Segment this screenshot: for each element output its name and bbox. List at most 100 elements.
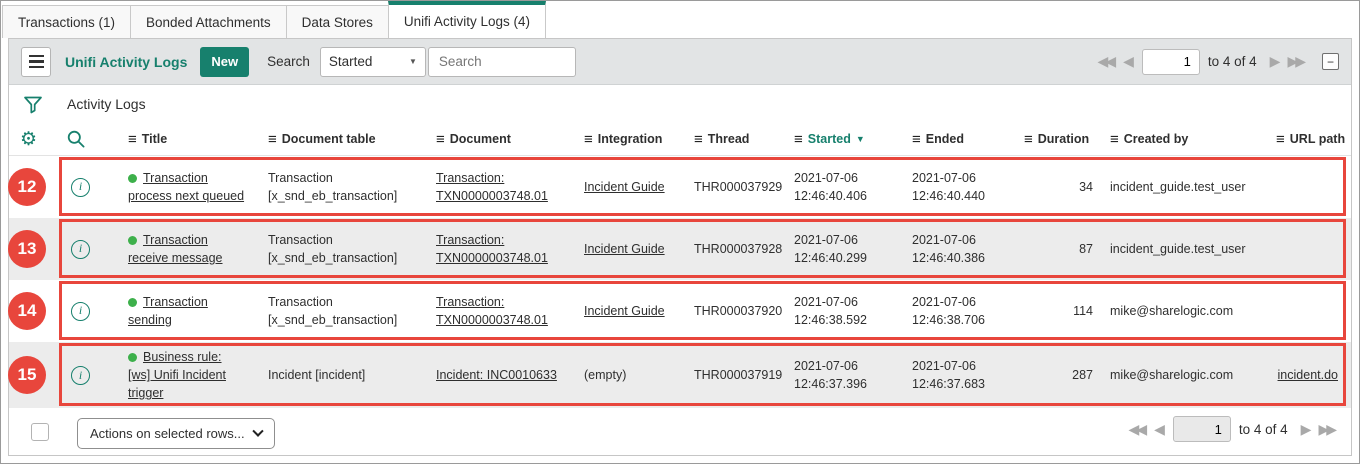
list-toolbar: Unifi Activity Logs New Search Started ▼… <box>9 39 1351 85</box>
first-page-button[interactable]: ◀◀ <box>1093 53 1119 70</box>
title-cell: Transaction receive message <box>117 225 257 273</box>
document-link[interactable]: Transaction: TXN0000003748.01 <box>436 233 548 265</box>
integration-link[interactable]: Incident Guide <box>584 180 665 194</box>
page-number-input[interactable] <box>1173 416 1231 442</box>
tab-data-stores[interactable]: Data Stores <box>286 5 389 38</box>
document-cell: Transaction: TXN0000003748.01 <box>425 287 573 335</box>
document-link[interactable]: Transaction: TXN0000003748.01 <box>436 295 548 327</box>
document-link[interactable]: Transaction: TXN0000003748.01 <box>436 171 548 203</box>
tab-unifi-activity-logs-4[interactable]: Unifi Activity Logs (4) <box>388 1 546 38</box>
title-link[interactable]: Business rule: [ws] Unifi Incident trigg… <box>128 350 226 400</box>
column-header-document-table[interactable]: ≡ Document table <box>257 131 425 148</box>
column-header-duration[interactable]: ≡ Duration <box>1013 131 1099 148</box>
created-by-cell: mike@sharelogic.com <box>1099 360 1265 390</box>
duration-cell: 287 <box>1013 360 1099 390</box>
info-icon[interactable]: i <box>71 302 90 321</box>
collapse-list-button[interactable]: − <box>1322 53 1339 70</box>
column-header-ended[interactable]: ≡ Ended <box>901 131 1013 148</box>
last-page-button[interactable]: ▶▶ <box>1282 53 1308 70</box>
annotation-badge: 13 <box>8 230 46 268</box>
table-row: i Transaction process next queued Transa… <box>9 156 1351 218</box>
column-header-url-path[interactable]: ≡ URL path <box>1265 131 1358 148</box>
sort-desc-icon: ▼ <box>856 134 865 144</box>
prev-page-button[interactable]: ◀ <box>1118 53 1136 70</box>
title-link[interactable]: Transaction sending <box>128 295 208 327</box>
next-page-button[interactable]: ▶ <box>1296 421 1314 438</box>
integration-link[interactable]: (empty) <box>584 368 626 382</box>
column-header-started[interactable]: ≡ Started ▼ <box>783 131 901 148</box>
column-menu-icon: ≡ <box>912 131 921 148</box>
integration-link[interactable]: Incident Guide <box>584 242 665 256</box>
tab-bonded-attachments[interactable]: Bonded Attachments <box>130 5 287 38</box>
page-number-input[interactable] <box>1142 49 1200 75</box>
document-cell: Transaction: TXN0000003748.01 <box>425 163 573 211</box>
title-link[interactable]: Transaction receive message <box>128 233 223 265</box>
url-path-link[interactable]: incident.do <box>1278 368 1338 382</box>
url-path-cell <box>1265 305 1351 317</box>
actions-select[interactable]: Actions on selected rows... <box>77 418 275 449</box>
filter-button[interactable] <box>21 92 45 117</box>
info-icon[interactable]: i <box>71 178 90 197</box>
title-cell: Transaction process next queued <box>117 163 257 211</box>
annotation-badge: 14 <box>8 292 46 330</box>
duration-cell: 34 <box>1013 172 1099 202</box>
column-header-created-by[interactable]: ≡ Created by <box>1099 131 1265 148</box>
url-path-cell <box>1265 181 1351 193</box>
title-cell: Transaction sending <box>117 287 257 335</box>
document-cell: Incident: INC0010633 <box>425 360 573 390</box>
list-menu-button[interactable] <box>21 47 51 77</box>
started-cell: 2021-07-06 12:46:38.592 <box>783 287 901 335</box>
list-footer: Actions on selected rows... ◀◀ ◀ to 4 of… <box>9 408 1351 455</box>
column-header-thread[interactable]: ≡ Thread <box>683 131 783 148</box>
personalize-list-button[interactable]: ⚙ <box>20 130 37 149</box>
prev-page-button[interactable]: ◀ <box>1149 421 1167 438</box>
thread-cell: THR000037928 <box>683 234 783 264</box>
title-link[interactable]: Transaction process next queued <box>128 171 244 203</box>
duration-cell: 114 <box>1013 296 1099 326</box>
thread-cell: THR000037920 <box>683 296 783 326</box>
hamburger-icon <box>29 55 44 69</box>
search-label: Search <box>267 54 310 69</box>
title-cell: Business rule: [ws] Unifi Incident trigg… <box>117 342 257 408</box>
thread-cell: THR000037919 <box>683 360 783 390</box>
started-cell: 2021-07-06 12:46:40.299 <box>783 225 901 273</box>
chevron-down-icon <box>252 425 263 436</box>
tab-transactions-1[interactable]: Transactions (1) <box>2 5 131 38</box>
ended-cell: 2021-07-06 12:46:40.440 <box>901 163 1013 211</box>
column-header-integration[interactable]: ≡ Integration <box>573 131 683 148</box>
next-page-button[interactable]: ▶ <box>1265 53 1283 70</box>
actions-select-value: Actions on selected rows... <box>90 426 245 441</box>
select-all-checkbox[interactable] <box>31 423 49 441</box>
first-page-button[interactable]: ◀◀ <box>1124 421 1150 438</box>
integration-cell: Incident Guide <box>573 234 683 264</box>
duration-cell: 87 <box>1013 234 1099 264</box>
column-menu-icon: ≡ <box>794 131 803 148</box>
column-menu-icon: ≡ <box>1110 131 1119 148</box>
started-cell: 2021-07-06 12:46:37.396 <box>783 351 901 399</box>
thread-cell: THR000037929 <box>683 172 783 202</box>
status-dot <box>128 236 137 245</box>
document-link[interactable]: Incident: INC0010633 <box>436 368 557 382</box>
column-menu-icon: ≡ <box>1024 131 1033 148</box>
funnel-icon <box>23 94 43 115</box>
list-caption-row: Activity Logs <box>9 85 1351 123</box>
info-icon[interactable]: i <box>71 240 90 259</box>
integration-cell: Incident Guide <box>573 296 683 326</box>
integration-link[interactable]: Incident Guide <box>584 304 665 318</box>
created-by-cell: mike@sharelogic.com <box>1099 296 1265 326</box>
table-row: i Transaction receive message Transactio… <box>9 218 1351 280</box>
column-menu-icon: ≡ <box>1276 131 1285 148</box>
bottom-pagination: ◀◀ ◀ to 4 of 4 ▶ ▶▶ <box>1124 416 1339 442</box>
search-input[interactable] <box>428 47 576 77</box>
page-range-label: to 4 of 4 <box>1208 54 1257 69</box>
new-button[interactable]: New <box>200 47 249 77</box>
list-search-button[interactable] <box>66 129 86 149</box>
status-dot <box>128 353 137 362</box>
column-header-document[interactable]: ≡ Document <box>425 131 573 148</box>
annotation-badge: 15 <box>8 356 46 394</box>
last-page-button[interactable]: ▶▶ <box>1313 421 1339 438</box>
column-header-title[interactable]: ≡ Title <box>117 131 257 148</box>
search-field-select[interactable]: Started ▼ <box>320 47 426 77</box>
dropdown-arrow-icon: ▼ <box>409 57 417 66</box>
info-icon[interactable]: i <box>71 366 90 385</box>
